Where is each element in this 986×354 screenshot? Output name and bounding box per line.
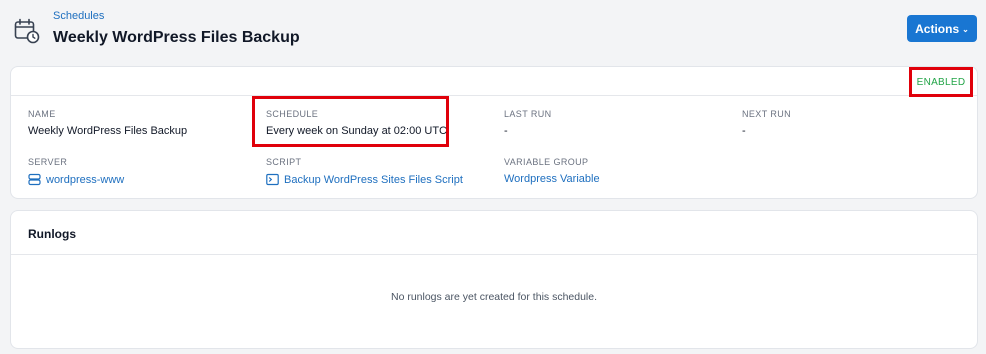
page-title: Weekly WordPress Files Backup (53, 29, 300, 46)
actions-button[interactable]: Actions ⌄ (907, 15, 977, 42)
chevron-down-icon: ⌄ (962, 25, 969, 34)
next-run-label: NEXT RUN (742, 109, 792, 119)
calendar-clock-icon (14, 18, 40, 44)
page-header: Schedules Weekly WordPress Files Backup … (0, 0, 986, 60)
script-label: SCRIPT (266, 157, 302, 167)
server-value: wordpress-www (46, 173, 125, 186)
runlogs-header: Runlogs (11, 211, 977, 255)
last-run-field: LAST RUN - (504, 109, 552, 137)
terminal-icon (266, 173, 279, 186)
variable-group-label: VARIABLE GROUP (504, 157, 589, 167)
details-status-bar (11, 67, 977, 96)
variable-group-link[interactable]: Wordpress Variable (504, 173, 600, 185)
script-value: Backup WordPress Sites Files Script (284, 173, 463, 186)
schedule-label: SCHEDULE (266, 109, 319, 119)
last-run-label: LAST RUN (504, 109, 552, 119)
last-run-value: - (504, 125, 508, 137)
schedule-details-card: ENABLED NAME Weekly WordPress Files Back… (10, 66, 978, 199)
name-value: Weekly WordPress Files Backup (28, 125, 188, 137)
variable-group-value: Wordpress Variable (504, 173, 600, 185)
status-badge: ENABLED (909, 67, 973, 97)
server-icon (28, 173, 41, 186)
next-run-value: - (742, 125, 746, 137)
server-field: SERVER wordpress-www (28, 157, 124, 186)
server-link[interactable]: wordpress-www (28, 173, 124, 186)
script-link[interactable]: Backup WordPress Sites Files Script (266, 173, 463, 186)
runlogs-title: Runlogs (28, 227, 76, 241)
script-field: SCRIPT Backup WordPress Sites Files Scri… (266, 157, 463, 186)
actions-label: Actions (915, 21, 960, 36)
runlogs-empty-message: No runlogs are yet created for this sche… (390, 291, 598, 303)
schedule-field: SCHEDULE Every week on Sunday at 02:00 U… (266, 109, 447, 137)
schedule-value: Every week on Sunday at 02:00 UTC (266, 125, 447, 137)
variable-group-field: VARIABLE GROUP Wordpress Variable (504, 157, 600, 185)
name-field: NAME Weekly WordPress Files Backup (28, 109, 187, 137)
runlogs-card: Runlogs No runlogs are yet created for t… (10, 210, 978, 349)
name-label: NAME (28, 109, 56, 119)
server-label: SERVER (28, 157, 68, 167)
breadcrumb-schedules[interactable]: Schedules (53, 10, 104, 22)
status-text: ENABLED (916, 76, 966, 88)
next-run-field: NEXT RUN - (742, 109, 791, 137)
